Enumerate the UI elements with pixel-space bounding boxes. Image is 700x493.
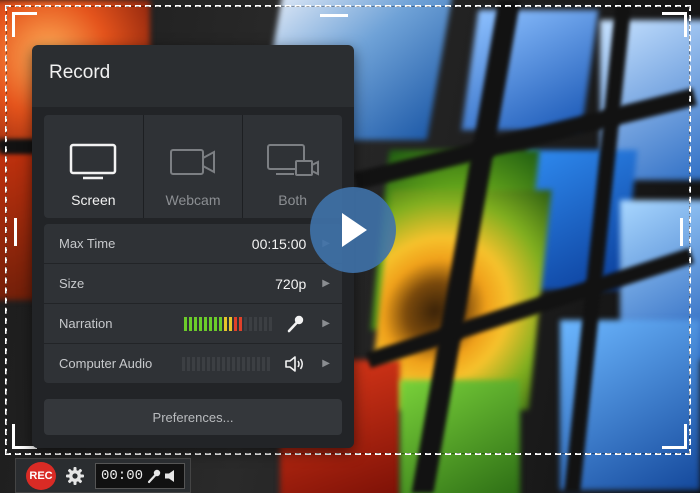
narration-label: Narration — [59, 316, 113, 331]
meter-segment — [259, 316, 263, 331]
mode-webcam-label: Webcam — [165, 192, 221, 208]
meter-segment — [192, 356, 196, 371]
capture-mode-selector: Screen Webcam Both — [44, 115, 343, 218]
computer-audio-row[interactable]: Computer Audio ▶ — [44, 344, 342, 383]
meter-segment — [267, 356, 271, 371]
meter-segment — [262, 356, 266, 371]
narration-row[interactable]: Narration ▶ — [44, 304, 342, 343]
meter-segment — [182, 356, 186, 371]
meter-segment — [234, 316, 238, 331]
max-time-value: 00:15:00 — [251, 235, 307, 252]
computer-audio-label: Computer Audio — [59, 356, 153, 371]
chevron-right-icon: ▶ — [322, 358, 330, 369]
size-value: 720p — [275, 275, 307, 292]
meter-segment — [202, 356, 206, 371]
resize-handle-top[interactable] — [320, 14, 348, 17]
meter-segment — [229, 316, 233, 331]
meter-segment — [187, 356, 191, 371]
resize-handle-right[interactable] — [680, 218, 683, 246]
meter-segment — [194, 316, 198, 331]
mode-screen-button[interactable]: Screen — [44, 115, 144, 218]
resize-corner-bottom-right[interactable] — [662, 424, 687, 449]
panel-title: Record — [49, 62, 111, 83]
meter-segment — [214, 316, 218, 331]
meter-segment — [199, 316, 203, 331]
mode-both-label: Both — [278, 192, 308, 208]
recorder-toolbar: REC 00:00 — [15, 458, 191, 493]
resize-corner-top-left[interactable] — [12, 12, 37, 37]
max-time-label: Max Time — [59, 236, 116, 251]
preferences-button[interactable]: Preferences... — [44, 399, 342, 435]
meter-segment — [227, 356, 231, 371]
timer-value: 00:00 — [101, 468, 144, 484]
meter-segment — [264, 316, 268, 331]
play-icon — [342, 213, 367, 247]
meter-segment — [197, 356, 201, 371]
meter-segment — [239, 316, 243, 331]
meter-segment — [269, 316, 273, 331]
gear-icon[interactable] — [65, 466, 85, 491]
meter-segment — [222, 356, 226, 371]
meter-segment — [249, 316, 253, 331]
meter-segment — [217, 356, 221, 371]
resize-corner-top-right[interactable] — [662, 12, 687, 37]
meter-segment — [237, 356, 241, 371]
panel-body: Screen Webcam Both Max Time 00:15:00 Siz… — [32, 107, 354, 448]
size-label: Size — [59, 276, 85, 291]
record-button[interactable]: REC — [26, 462, 56, 490]
meter-segment — [224, 316, 228, 331]
meter-segment — [247, 356, 251, 371]
screen-and-webcam-icon — [266, 140, 320, 184]
computer-audio-level-meter — [182, 356, 271, 371]
chevron-right-icon: ▶ — [322, 278, 330, 289]
webcam-icon — [169, 140, 217, 184]
recording-timer: 00:00 — [95, 463, 185, 489]
resize-handle-left[interactable] — [14, 218, 17, 246]
size-row[interactable]: Size 720p ▶ — [44, 264, 342, 303]
narration-level-meter — [184, 316, 273, 331]
meter-segment — [257, 356, 261, 371]
meter-segment — [204, 316, 208, 331]
meter-segment — [232, 356, 236, 371]
microphone-icon — [147, 469, 161, 484]
meter-segment — [189, 316, 193, 331]
meter-segment — [212, 356, 216, 371]
mode-webcam-button[interactable]: Webcam — [143, 115, 244, 218]
chevron-right-icon: ▶ — [322, 318, 330, 329]
meter-segment — [254, 316, 258, 331]
settings-list: Max Time 00:15:00 ▶ Size 720p ▶ Narratio… — [44, 224, 342, 384]
speaker-icon[interactable] — [284, 355, 306, 373]
monitor-icon — [69, 140, 117, 184]
meter-segment — [184, 316, 188, 331]
meter-segment — [219, 316, 223, 331]
play-button[interactable] — [310, 187, 396, 273]
meter-segment — [207, 356, 211, 371]
record-panel: Record Screen Webcam Both Max Time 00:15… — [32, 45, 354, 448]
max-time-row[interactable]: Max Time 00:15:00 ▶ — [44, 224, 342, 263]
meter-segment — [209, 316, 213, 331]
speaker-icon — [165, 470, 175, 482]
microphone-icon[interactable] — [286, 314, 306, 334]
meter-segment — [244, 316, 248, 331]
mode-screen-label: Screen — [71, 192, 116, 208]
meter-segment — [242, 356, 246, 371]
meter-segment — [252, 356, 256, 371]
